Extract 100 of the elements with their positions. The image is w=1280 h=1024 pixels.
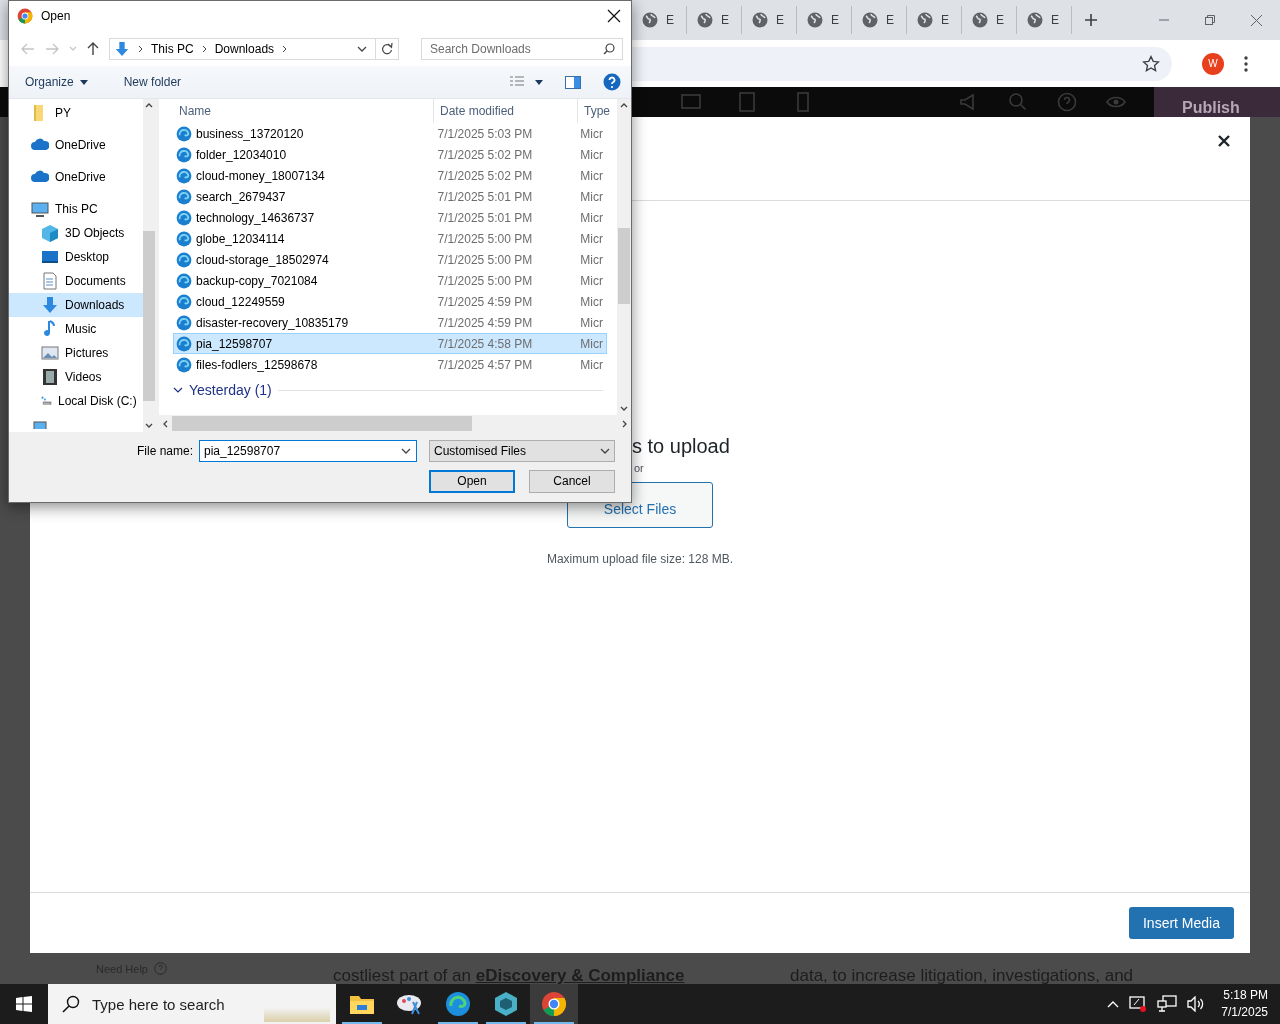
file-row[interactable]: cloud-money_18007134 7/1/2025 5:02 PM Micr — [173, 165, 607, 186]
file-row[interactable]: files-fodlers_12598678 7/1/2025 4:57 PM Micr — [173, 354, 607, 375]
close-icon[interactable] — [607, 9, 621, 23]
breadcrumb-item[interactable]: Downloads — [214, 41, 275, 56]
nav-item[interactable]: Documents — [9, 269, 143, 293]
chevron-icon[interactable] — [173, 385, 183, 395]
chevron-up-icon[interactable] — [1107, 1000, 1120, 1008]
file-row[interactable]: cloud-storage_18502974 7/1/2025 5:00 PM Micr — [173, 249, 607, 270]
scroll-down-icon[interactable] — [620, 406, 628, 411]
file-swirl-icon — [176, 167, 192, 184]
file-swirl-icon — [176, 188, 192, 205]
open-button[interactable]: Open — [429, 469, 515, 493]
column-header[interactable]: Date modified — [433, 99, 577, 123]
scroll-up-icon[interactable] — [620, 103, 628, 108]
file-row[interactable]: disaster-recovery_10835179 7/1/2025 4:59 PM Micr — [173, 312, 607, 333]
file-row[interactable]: cloud_12249559 7/1/2025 4:59 PM Micr — [173, 291, 607, 312]
scroll-right-icon[interactable] — [622, 419, 627, 428]
browser-tab[interactable]: E — [915, 6, 963, 34]
file-name: files-fodlers_12598678 — [196, 357, 318, 372]
browser-tab[interactable]: E — [805, 6, 853, 34]
file-date: 7/1/2025 5:00 PM — [436, 252, 534, 267]
organize-menu[interactable]: Organize — [19, 71, 94, 93]
file-type: Micr — [579, 294, 604, 309]
group-header[interactable]: Yesterday (1) — [189, 382, 272, 398]
refresh-icon[interactable] — [381, 42, 393, 55]
browser-tab[interactable]: E — [860, 6, 908, 34]
restore-icon[interactable] — [1205, 14, 1215, 25]
file-row[interactable]: business_13720120 7/1/2025 5:03 PM Micr — [173, 123, 607, 144]
swirl-icon — [445, 991, 471, 1017]
scroll-up-icon[interactable] — [145, 103, 154, 108]
monitor-alert-icon[interactable] — [1129, 995, 1148, 1013]
search-box[interactable]: Type here to search — [48, 984, 336, 1024]
browser-tab[interactable]: E — [695, 6, 743, 34]
taskbar-app[interactable] — [530, 984, 578, 1024]
caret-icon[interactable] — [535, 79, 543, 85]
new-folder-button[interactable]: New folder — [117, 71, 188, 93]
search-field[interactable]: Type here to search — [90, 993, 264, 1015]
file-row[interactable]: search_2679437 7/1/2025 5:01 PM Micr — [173, 186, 607, 207]
nav-item[interactable]: OneDrive — [9, 133, 143, 157]
file-row[interactable]: folder_12034010 7/1/2025 5:02 PM Micr — [173, 144, 607, 165]
browser-tab[interactable]: E — [750, 6, 798, 34]
address-bar[interactable]: This PC Downloads — [109, 37, 399, 60]
file-name-field[interactable]: pia_12598707 — [199, 440, 417, 462]
file-swirl-icon — [176, 125, 192, 142]
browser-tab[interactable]: E — [640, 6, 687, 34]
scroll-left-icon[interactable] — [163, 419, 168, 428]
windows-logo-icon — [16, 996, 32, 1012]
speaker-icon[interactable] — [1187, 996, 1206, 1012]
download-arrow-icon — [41, 296, 59, 314]
file-row[interactable]: technology_14636737 7/1/2025 5:01 PM Micr — [173, 207, 607, 228]
help-icon[interactable] — [603, 73, 621, 91]
dropdown-caret-icon[interactable] — [357, 45, 367, 52]
insert-media-button[interactable]: Insert Media — [1128, 907, 1234, 939]
search-icon — [62, 995, 80, 1013]
browser-tab[interactable]: E — [970, 6, 1018, 34]
file-type: Micr — [579, 147, 604, 162]
file-date: 7/1/2025 4:57 PM — [436, 357, 534, 372]
dropdown-caret-icon[interactable] — [401, 448, 411, 454]
nav-item[interactable]: Desktop — [9, 245, 143, 269]
network-icon[interactable] — [1157, 995, 1178, 1013]
file-type: Micr — [579, 315, 604, 330]
nav-item[interactable]: This PC — [9, 197, 143, 221]
plus-icon[interactable] — [1084, 13, 1099, 27]
up-arrow-icon[interactable] — [87, 41, 99, 56]
globe-icon — [642, 12, 658, 28]
star-icon[interactable] — [1142, 54, 1160, 73]
file-date: 7/1/2025 4:59 PM — [436, 315, 534, 330]
nav-item[interactable]: PY — [9, 101, 143, 125]
breadcrumb-item[interactable]: This PC — [151, 41, 194, 56]
computer-icon — [31, 200, 49, 218]
scrollbar-thumb[interactable] — [172, 416, 472, 431]
file-row[interactable]: pia_12598707 7/1/2025 4:58 PM Micr — [173, 333, 607, 354]
file-date: 7/1/2025 4:59 PM — [436, 294, 534, 309]
clock[interactable]: 5:18 PM 7/1/2025 — [1221, 987, 1268, 1021]
nav-item[interactable]: Downloads — [9, 293, 143, 317]
nav-item[interactable]: 3D Objects — [9, 221, 143, 245]
file-type-dropdown[interactable]: Customised Files — [429, 440, 615, 462]
search-field[interactable]: Search Downloads — [421, 37, 623, 60]
file-row[interactable]: backup-copy_7021084 7/1/2025 5:00 PM Micr — [173, 270, 607, 291]
nav-item[interactable]: Music — [9, 317, 143, 341]
preview-pane-icon[interactable] — [565, 75, 581, 89]
browser-tab[interactable]: E — [1025, 6, 1073, 34]
nav-item[interactable]: OneDrive — [9, 165, 143, 189]
file-row[interactable]: globe_12034114 7/1/2025 5:00 PM Micr — [173, 228, 607, 249]
profile-avatar[interactable]: W — [1202, 52, 1224, 75]
cancel-button[interactable]: Cancel — [529, 469, 615, 493]
globe-icon — [807, 12, 824, 28]
palette-icon — [396, 992, 424, 1016]
more-menu-icon[interactable] — [1244, 55, 1248, 72]
scrollbar-thumb[interactable] — [143, 230, 156, 401]
nav-item[interactable]: Videos — [9, 365, 143, 389]
nav-item[interactable]: Pictures — [9, 341, 143, 365]
file-name: business_13720120 — [196, 126, 304, 141]
scroll-down-icon[interactable] — [145, 423, 154, 428]
publish-button[interactable]: Publish — [1154, 87, 1280, 117]
column-header[interactable]: Name — [173, 99, 433, 123]
file-name: backup-copy_7021084 — [196, 273, 318, 288]
scrollbar-thumb[interactable] — [618, 228, 630, 304]
close-icon[interactable] — [1218, 135, 1230, 147]
nav-item[interactable]: Local Disk (C:) — [9, 389, 143, 413]
